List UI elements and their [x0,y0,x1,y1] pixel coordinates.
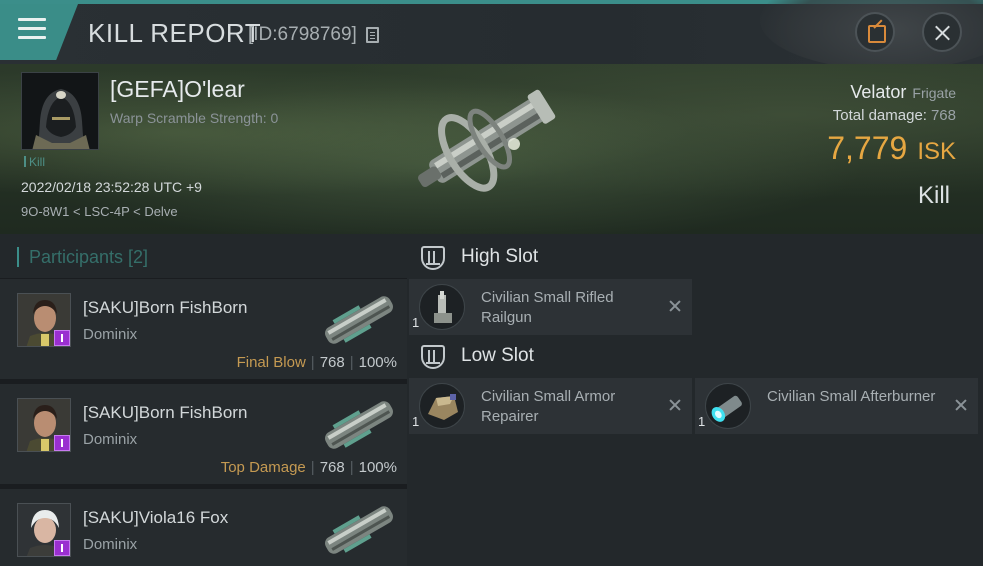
stat-divider: | [349,459,354,476]
close-button[interactable] [922,12,962,52]
participant-ship-image [316,392,402,458]
remove-icon[interactable] [954,398,968,412]
participants-title: Participants [2] [17,247,148,267]
participants-header: Participants [2] [0,234,407,278]
participant-ship-image [316,497,402,563]
remove-icon[interactable] [668,299,682,313]
participants-panel: Participants [2] [SAKU]Born FishBorn Dom… [0,234,407,566]
railgun-icon [419,284,465,330]
stat-divider: | [310,459,315,476]
faction-badge-icon [54,435,70,451]
isk-unit: ISK [917,138,956,165]
victim-ship-image [396,68,586,218]
module-name: Civilian Small Rifled Railgun [481,289,614,326]
remove-icon[interactable] [668,398,682,412]
victim-name[interactable]: [GEFA]O'lear [110,76,245,103]
module-quantity: 1 [412,414,420,429]
participant-damage: 768 [319,459,345,476]
isk-value: 7,779 ISK [827,130,956,167]
participant-stats: Top Damage | 768 | 100% [221,459,397,476]
ship-name[interactable]: Velator Frigate [850,82,956,103]
participant-name[interactable]: [SAKU]Viola16 Fox [83,508,228,528]
module-item[interactable]: 1 Civilian Small Afterburner [695,378,978,434]
stat-divider: | [349,354,354,371]
low-slot-icon [421,345,445,369]
warp-scramble-strength: Warp Scramble Strength: 0 [110,110,279,126]
victim-portrait[interactable] [21,72,99,150]
isk-amount: 7,779 [827,130,908,166]
total-damage: Total damage: 768 [833,107,956,124]
armor-repairer-icon [419,383,465,429]
kill-summary: [GEFA]O'lear Warp Scramble Strength: 0 K… [0,64,983,234]
kill-tag: Kill [24,155,45,169]
kill-result: Kill [917,182,950,209]
faction-badge-icon [54,330,70,346]
top-bar: KILL REPORT [ID:6798769] [0,0,983,70]
participant-percent: 100% [358,354,397,371]
module-quantity: 1 [412,315,420,330]
participant-role: Top Damage [220,459,306,476]
participant-damage: 768 [319,354,345,371]
module-item[interactable]: 1 Civilian Small Armor Repairer [409,378,692,434]
participant-row[interactable]: [SAKU]Viola16 Fox Dominix [0,489,407,566]
low-slot-label: Low Slot [461,345,534,366]
fitting-panel: High Slot 1 Civilian Small Rifled Railgu… [407,234,983,566]
module-quantity: 1 [698,414,706,429]
kill-location[interactable]: 9O-8W1 < LSC-4P < Delve [21,204,178,219]
participant-row[interactable]: [SAKU]Born FishBorn Dominix Final Blow | 7… [0,279,407,379]
share-button[interactable] [855,12,895,52]
module-item[interactable]: 1 Civilian Small Rifled Railgun [409,279,692,335]
module-name: Civilian Small Armor Repairer [481,388,616,425]
participant-percent: 100% [358,459,397,476]
participant-stats: Final Blow | 768 | 100% [237,354,397,371]
participant-ship: Dominix [83,431,138,448]
module-name: Civilian Small Afterburner [767,388,936,405]
stat-divider: | [310,354,315,371]
participant-ship-image [316,287,402,353]
participant-role: Final Blow [236,354,306,371]
participant-name[interactable]: [SAKU]Born FishBorn [83,298,247,318]
hamburger-menu-icon[interactable] [18,18,46,40]
high-slot-label: High Slot [461,246,539,267]
ship-class: Frigate [912,85,956,101]
participant-ship: Dominix [83,326,138,343]
ship-name-text: Velator [850,82,907,102]
kill-timestamp: 2022/02/18 23:52:28 UTC +9 [21,179,202,195]
page-title: KILL REPORT [88,18,262,48]
faction-badge-icon [54,540,70,556]
copy-icon[interactable] [366,27,379,43]
participant-ship: Dominix [83,536,138,553]
participant-name[interactable]: [SAKU]Born FishBorn [83,403,247,423]
participant-row[interactable]: [SAKU]Born FishBorn Dominix Top Damage | 7… [0,384,407,484]
total-damage-label: Total damage: [832,107,927,124]
afterburner-icon [705,383,751,429]
kill-id: [ID:6798769] [248,24,357,45]
high-slot-icon [421,246,445,270]
total-damage-value: 768 [930,107,956,124]
